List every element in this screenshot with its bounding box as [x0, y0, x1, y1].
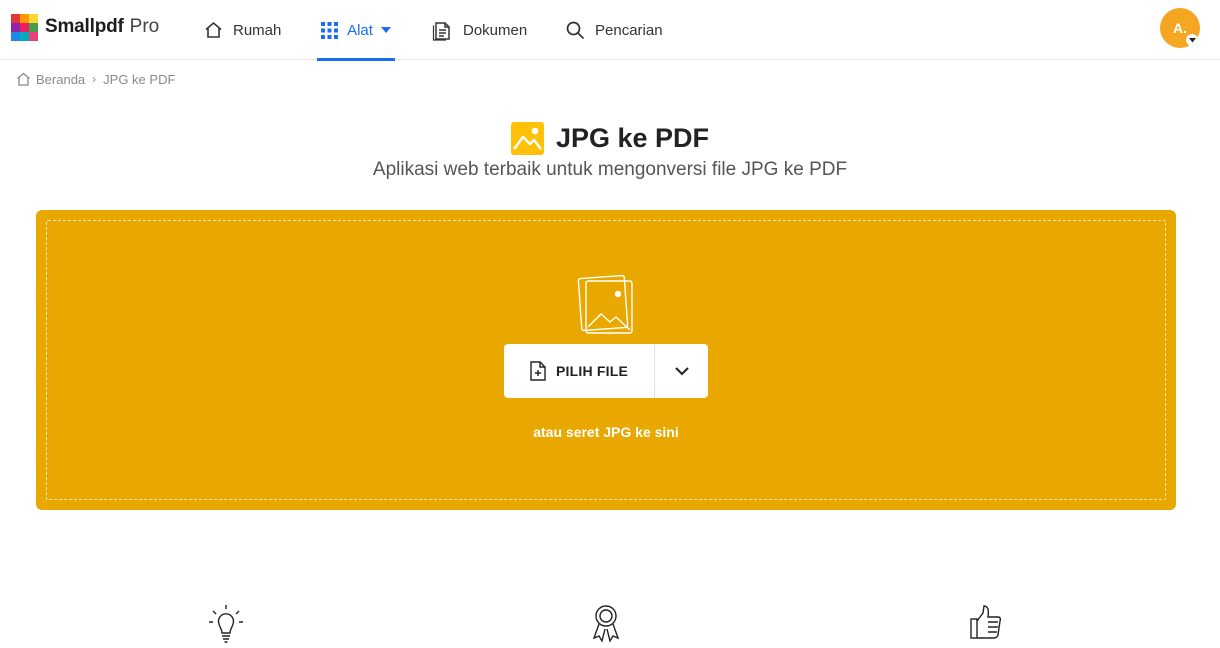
breadcrumb: Beranda › JPG ke PDF: [16, 70, 175, 88]
choose-file-group: PILIH FILE: [504, 344, 708, 398]
nav-item-search[interactable]: Pencarian: [566, 0, 663, 60]
nav-item-tools[interactable]: Alat: [317, 0, 395, 61]
home-icon: [17, 72, 30, 86]
nav-label-home: Rumah: [233, 21, 282, 39]
choose-file-button[interactable]: PILIH FILE: [504, 344, 654, 398]
add-file-icon: [530, 361, 546, 381]
nav-item-home[interactable]: Rumah: [204, 0, 281, 60]
brand-logo[interactable]: Smallpdf Pro: [11, 13, 159, 41]
grid-icon: [321, 21, 339, 39]
brand-tier: Pro: [129, 16, 160, 37]
chevron-down-icon: [674, 366, 689, 375]
avatar-caret-icon[interactable]: [1186, 34, 1198, 46]
home-icon: [205, 21, 222, 38]
brand-name: Smallpdf: [45, 16, 124, 37]
image-file-icon: [510, 121, 544, 155]
nav-label-search: Pencarian: [595, 21, 663, 39]
breadcrumb-separator: ›: [92, 72, 97, 86]
smallpdf-logo-icon: [11, 13, 38, 41]
choose-source-dropdown[interactable]: [655, 344, 708, 398]
search-icon: [566, 21, 585, 39]
breadcrumb-current: JPG ke PDF: [103, 71, 176, 87]
thumbs-up-icon: [970, 605, 1002, 639]
page-subtitle: Aplikasi web terbaik untuk mengonversi f…: [372, 159, 848, 180]
page-header: JPG ke PDF: [0, 118, 1220, 158]
documents-icon: [432, 21, 450, 41]
caret-down-icon: [380, 27, 391, 33]
lightbulb-icon: [209, 605, 243, 643]
file-dropzone[interactable]: PILIH FILE atau seret JPG ke sini: [36, 210, 1176, 510]
nav-label-tools: Alat: [347, 21, 373, 39]
top-header: Smallpdf Pro Rumah Alat Dokumen Pencaria…: [0, 0, 1220, 61]
image-files-icon: [577, 274, 633, 334]
choose-file-label: PILIH FILE: [556, 363, 628, 379]
user-initials: A.: [1173, 20, 1187, 36]
nav-label-documents: Dokumen: [463, 21, 528, 39]
page-title: JPG ke PDF: [555, 122, 710, 153]
breadcrumb-home-link[interactable]: Beranda: [36, 72, 85, 87]
nav-item-documents[interactable]: Dokumen: [432, 0, 527, 60]
award-icon: [592, 605, 620, 643]
drop-hint: atau seret JPG ke sini: [533, 424, 679, 440]
